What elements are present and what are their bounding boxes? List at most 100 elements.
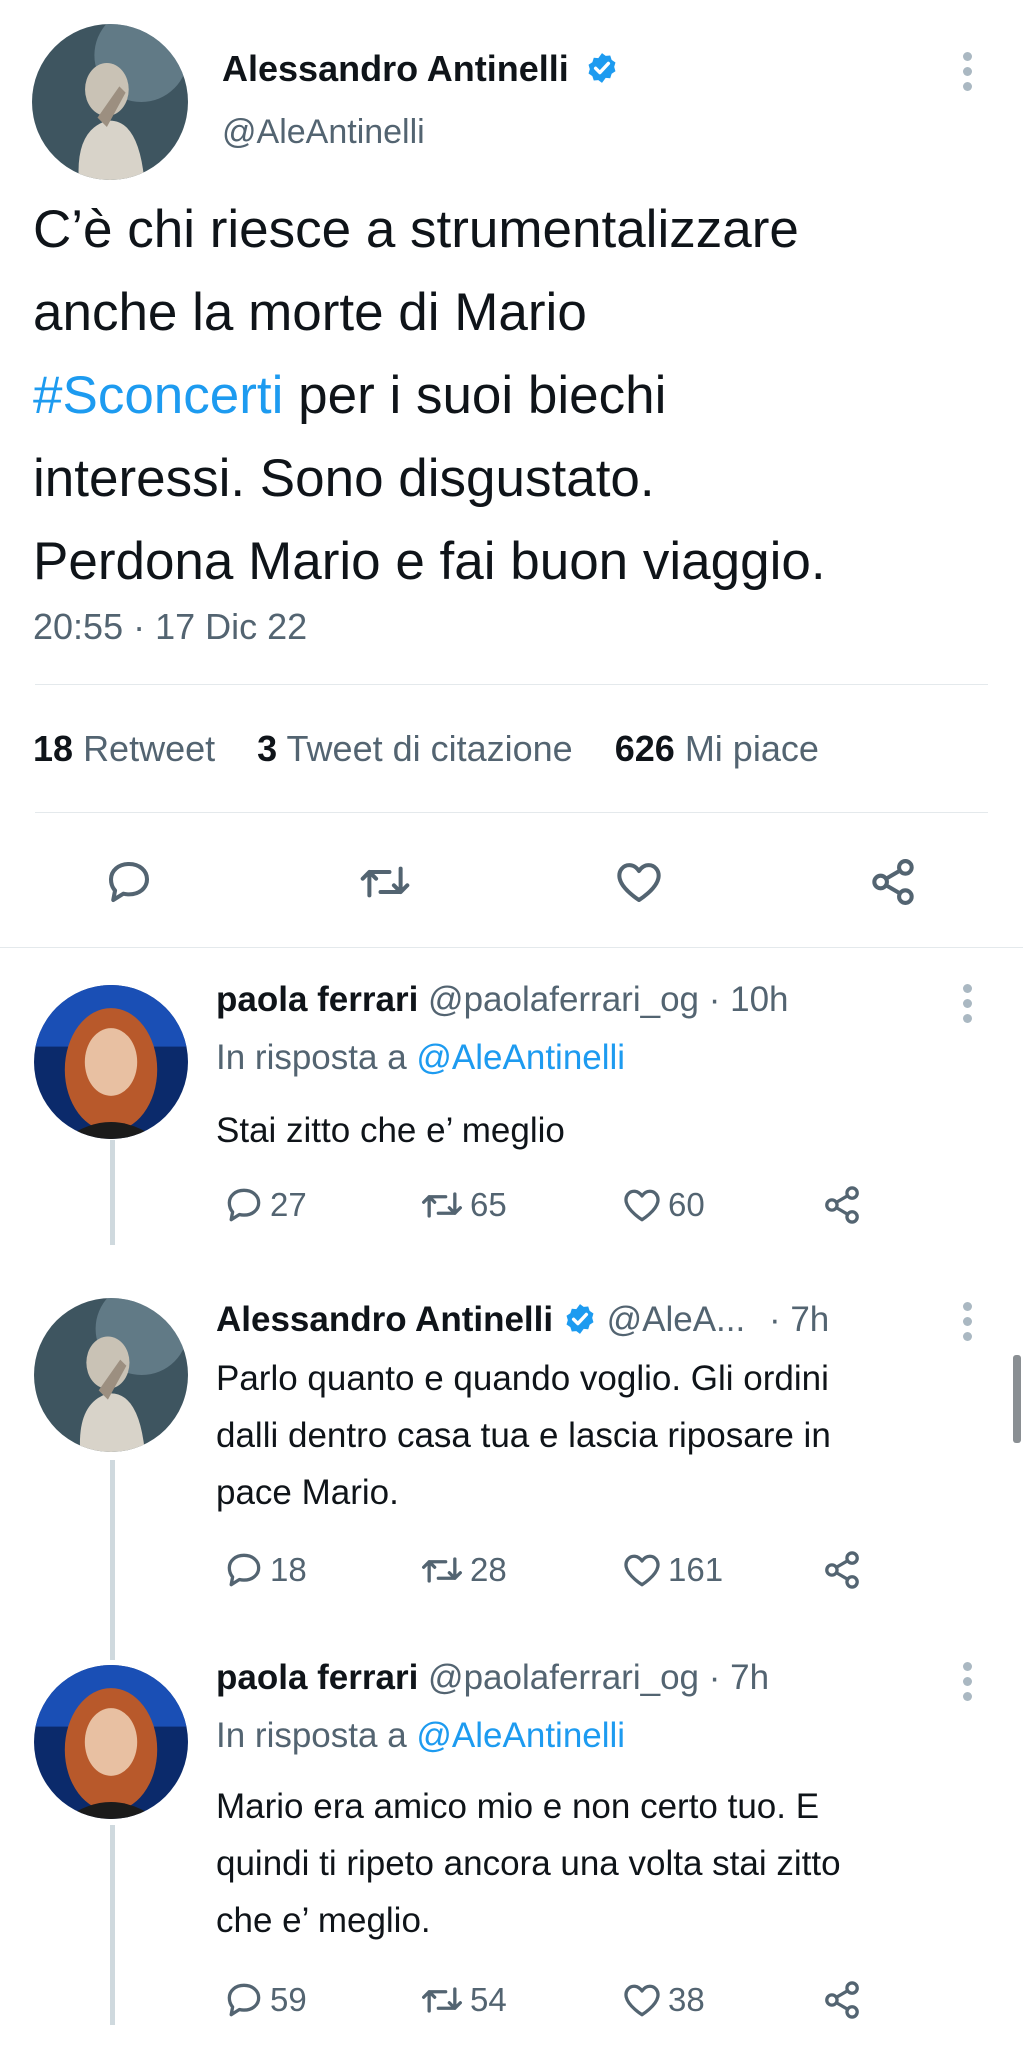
like-count: 161 (668, 1551, 724, 1588)
reply-button[interactable]: 59 (222, 1978, 307, 2022)
tweet-text-line: #Sconcerti per i suoi biechi (33, 354, 826, 437)
retweet-icon (422, 1987, 462, 2013)
reply-author-handle[interactable]: @AleA... (607, 1300, 746, 1339)
heart-icon (624, 1554, 660, 1587)
share-icon (825, 1186, 859, 1224)
likes-stat[interactable]: 626 Mi piace (615, 728, 819, 769)
like-button[interactable]: 60 (620, 1183, 705, 1227)
reply-context-prefix: In risposta a (216, 1038, 407, 1077)
quotes-count: 3 (257, 728, 278, 769)
heart-icon (617, 863, 661, 903)
reply-context-prefix: In risposta a (216, 1716, 407, 1755)
retweets-stat[interactable]: 18 Retweet (33, 728, 215, 769)
reply-text: Mario era amico mio e non certo tuo. E q… (216, 1778, 841, 1949)
like-button[interactable]: 161 (620, 1548, 723, 1592)
thread-line (110, 1825, 115, 2025)
reply-context: In risposta a @AleAntinelli (216, 1038, 625, 1078)
avatar-image-icon (32, 24, 188, 180)
hashtag-link[interactable]: #Sconcerti (33, 366, 283, 425)
tweet-timestamp[interactable]: 20:55 · 17 Dic 22 (33, 606, 307, 648)
reply-time[interactable]: · 10h (709, 980, 789, 1019)
tweet-stats: 18 Retweet 3 Tweet di citazione 626 Mi p… (33, 728, 819, 770)
tweet-text-fragment: per i suoi biechi (283, 366, 667, 425)
tweet-text-line: interessi. Sono disgustato. (33, 449, 655, 508)
reply-text-line: pace Mario. (216, 1473, 399, 1512)
more-options-icon[interactable] (960, 984, 974, 1034)
reply-author-name[interactable]: paola ferrari (216, 980, 418, 1019)
reply-text: Stai zitto che e’ meglio (216, 1102, 565, 1159)
share-icon (825, 1981, 859, 2019)
tweet-text-line: Perdona Mario e fai buon viaggio. (33, 532, 826, 591)
reply-author-name[interactable]: paola ferrari (216, 1658, 418, 1697)
thread-line (110, 1460, 115, 1660)
reply-time[interactable]: · 7h (709, 1658, 769, 1697)
reply-count: 27 (270, 1186, 307, 1223)
reply-text-line: Mario era amico mio e non certo tuo. E (216, 1787, 820, 1826)
reply-text-line: dalli dentro casa tua e lascia riposare … (216, 1416, 831, 1455)
more-options-icon[interactable] (960, 52, 974, 102)
divider (35, 812, 988, 813)
reply-author-handle[interactable]: @paolaferrari_og (428, 1658, 699, 1697)
likes-label: Mi piace (684, 728, 819, 769)
share-button[interactable] (820, 1183, 864, 1227)
reply-author-name[interactable]: Alessandro Antinelli (216, 1300, 553, 1339)
heart-icon (624, 1189, 660, 1222)
avatar-image-icon (34, 985, 188, 1139)
reply-text-line: Stai zitto che e’ meglio (216, 1111, 565, 1150)
reply-to-link[interactable]: @AleAntinelli (416, 1716, 625, 1755)
likes-count: 626 (614, 728, 675, 769)
reply-header: paola ferrari @paolaferrari_og · 7h (216, 1658, 769, 1698)
author-name-text: Alessandro Antinelli (222, 48, 569, 89)
reply-text-line: quindi ti ripeto ancora una volta stai z… (216, 1844, 841, 1883)
tweet-text: C’è chi riesce a strumentalizzare anche … (33, 188, 826, 603)
quotes-stat[interactable]: 3 Tweet di citazione (257, 728, 573, 769)
retweet-count: 54 (470, 1981, 507, 2018)
retweets-label: Retweet (83, 728, 216, 769)
avatar-image-icon (34, 1298, 188, 1452)
reply-text: Parlo quanto e quando voglio. Gli ordini… (216, 1350, 831, 1521)
share-button[interactable] (820, 1548, 864, 1592)
divider (0, 947, 1023, 948)
avatar[interactable] (32, 24, 188, 180)
avatar[interactable] (34, 985, 188, 1139)
reply-icon (108, 861, 150, 903)
share-button[interactable] (820, 1978, 864, 2022)
reply-header: Alessandro Antinelli @AleA... · 7h (216, 1300, 829, 1340)
reply-time[interactable]: · 7h (769, 1300, 829, 1339)
reply-author-handle[interactable]: @paolaferrari_og (428, 980, 699, 1019)
retweet-count: 28 (470, 1551, 507, 1588)
avatar[interactable] (34, 1665, 188, 1819)
reply-text-line: che e’ meglio. (216, 1901, 431, 1940)
retweet-button[interactable]: 54 (418, 1978, 507, 2022)
avatar[interactable] (34, 1298, 188, 1452)
heart-icon (624, 1984, 660, 2017)
retweet-count: 65 (470, 1186, 507, 1223)
verified-badge-icon (566, 1303, 594, 1334)
author-name[interactable]: Alessandro Antinelli (222, 48, 619, 90)
share-icon (825, 1551, 859, 1589)
author-handle[interactable]: @AleAntinelli (222, 113, 425, 152)
reply-icon (227, 1983, 261, 2017)
reply-header: paola ferrari @paolaferrari_og · 10h (216, 980, 789, 1020)
retweet-button[interactable]: 65 (418, 1183, 507, 1227)
more-options-icon[interactable] (960, 1662, 974, 1712)
reply-count: 59 (270, 1981, 307, 2018)
quotes-label: Tweet di citazione (286, 728, 573, 769)
retweet-icon (422, 1192, 462, 1218)
tweet-text-line: C’è chi riesce a strumentalizzare (33, 200, 799, 259)
reply-button[interactable] (102, 855, 156, 909)
share-button[interactable] (866, 855, 920, 909)
reply-to-link[interactable]: @AleAntinelli (416, 1038, 625, 1077)
tweet-text-line: anche la morte di Mario (33, 283, 587, 342)
more-options-icon[interactable] (960, 1302, 974, 1352)
retweet-button[interactable]: 28 (418, 1548, 507, 1592)
reply-button[interactable]: 18 (222, 1548, 307, 1592)
like-button[interactable]: 38 (620, 1978, 705, 2022)
retweet-button[interactable] (356, 855, 414, 909)
reply-context: In risposta a @AleAntinelli (216, 1716, 625, 1756)
reply-button[interactable]: 27 (222, 1183, 307, 1227)
verified-badge-icon (588, 53, 616, 84)
like-button[interactable] (612, 855, 666, 909)
retweet-icon (422, 1557, 462, 1583)
scrollbar-thumb[interactable] (1013, 1355, 1021, 1443)
